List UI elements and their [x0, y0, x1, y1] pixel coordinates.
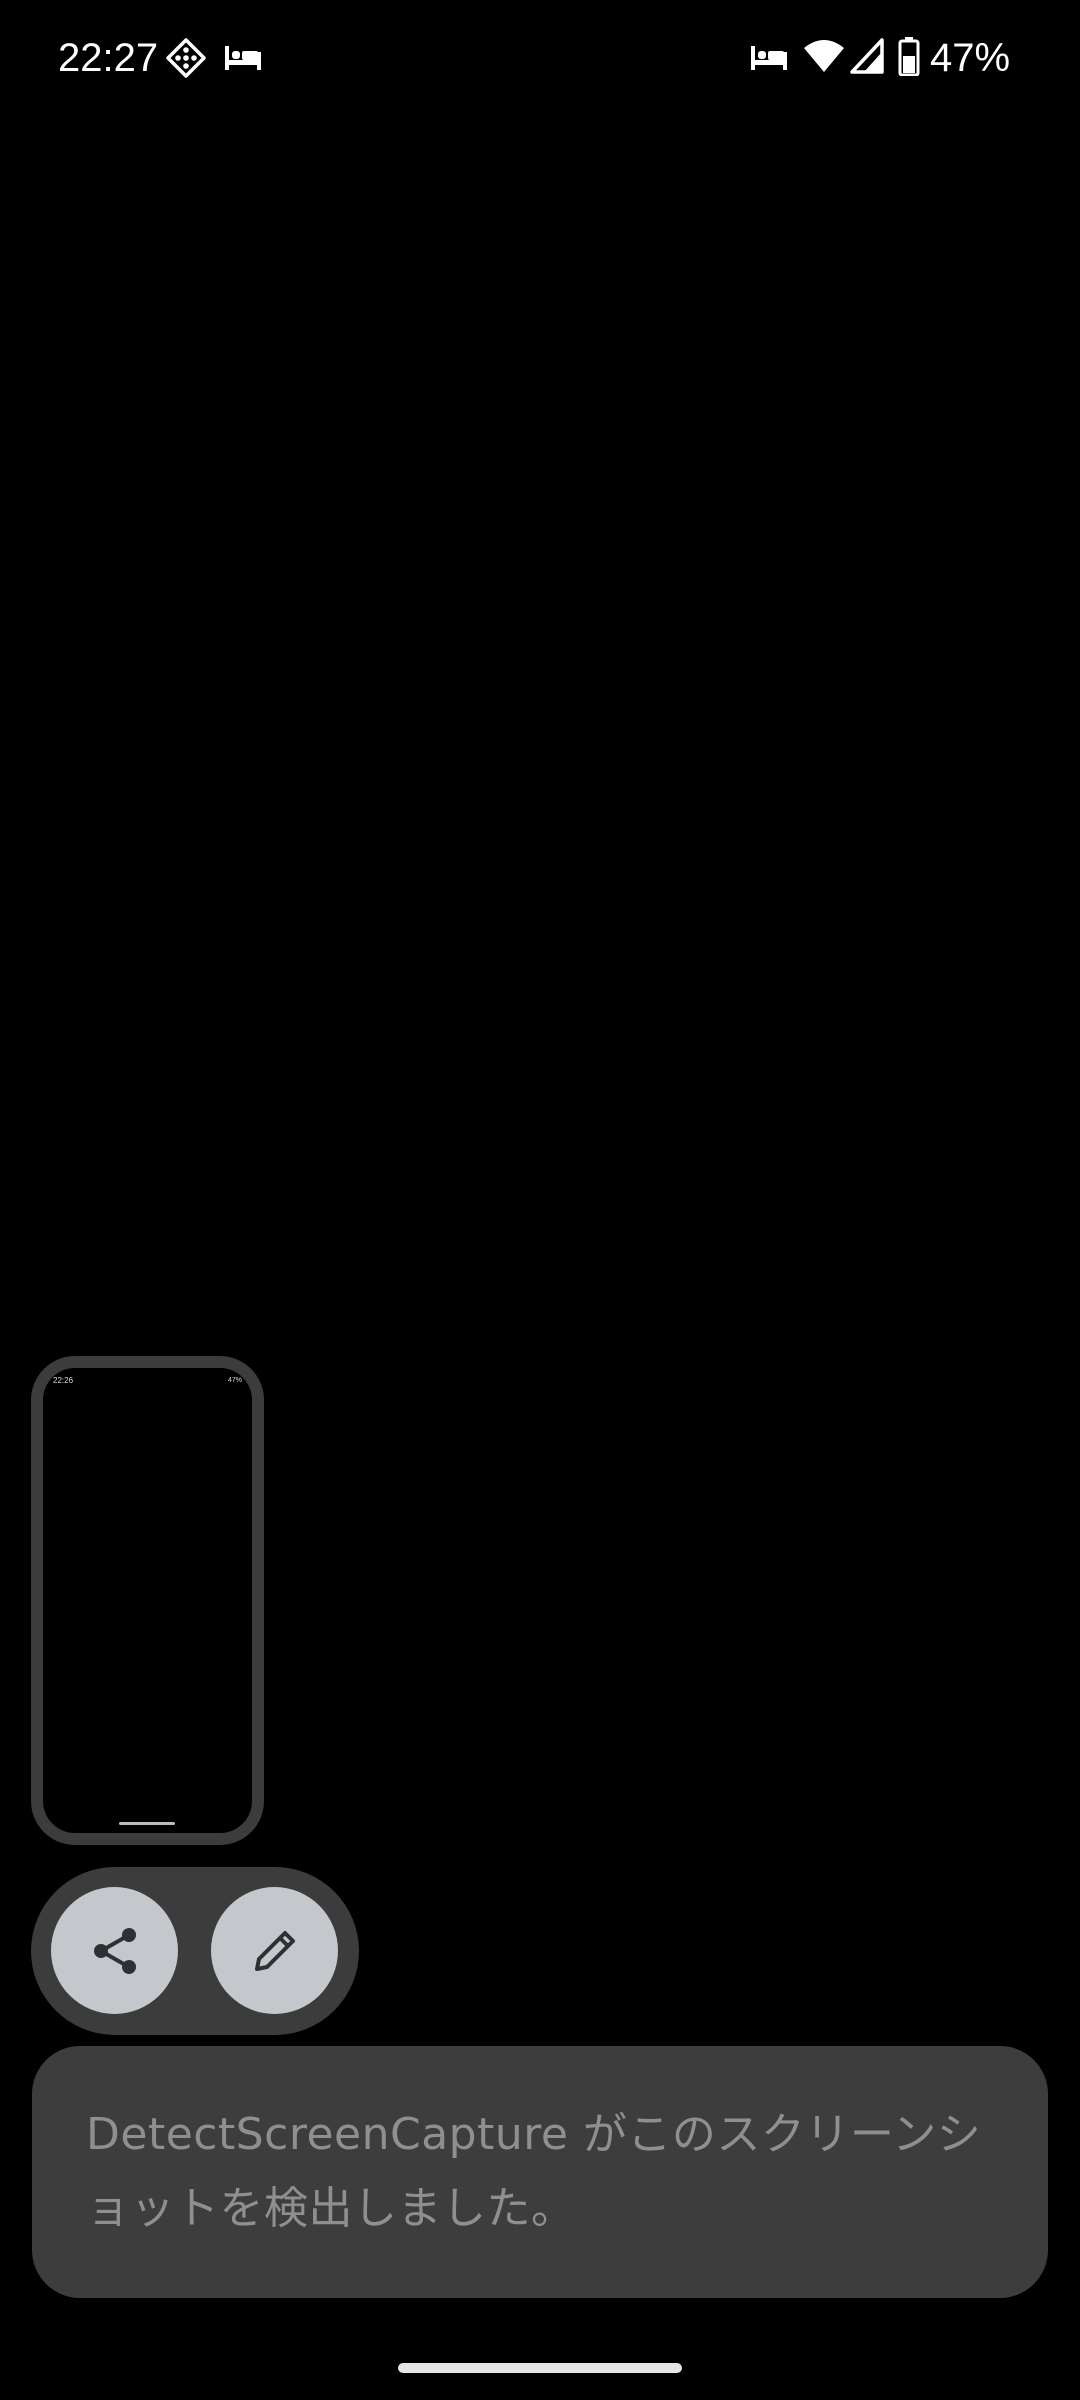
bed-icon [225, 46, 261, 70]
screenshot-actions [31, 1867, 359, 2035]
toast-text: DetectScreenCapture がこのスクリーンショットを検出しました。 [86, 2109, 982, 2234]
assistant-icon [166, 38, 206, 78]
status-bar: 22:27 47% [0, 0, 1080, 118]
screenshot-preview[interactable]: 22:26 47% [31, 1356, 264, 1845]
battery-percent: 47% [930, 36, 1011, 80]
edit-pencil-icon [254, 1930, 295, 1971]
status-time: 22:27 [58, 36, 159, 80]
preview-home-indicator [119, 1822, 175, 1825]
home-indicator[interactable] [398, 2363, 682, 2373]
wifi-icon [804, 40, 844, 72]
bed-icon [751, 46, 787, 70]
preview-status-battery: 47% [227, 1377, 242, 1384]
battery-icon [898, 37, 920, 76]
preview-status-time: 22:26 [53, 1376, 74, 1385]
toast-message: DetectScreenCapture がこのスクリーンショットを検出しました。 [32, 2046, 1048, 2298]
preview-screen: 22:26 47% [43, 1368, 252, 1833]
edit-button[interactable] [211, 1887, 338, 2014]
signal-icon [850, 38, 884, 74]
share-button[interactable] [51, 1887, 178, 2014]
share-icon [93, 1927, 136, 1974]
